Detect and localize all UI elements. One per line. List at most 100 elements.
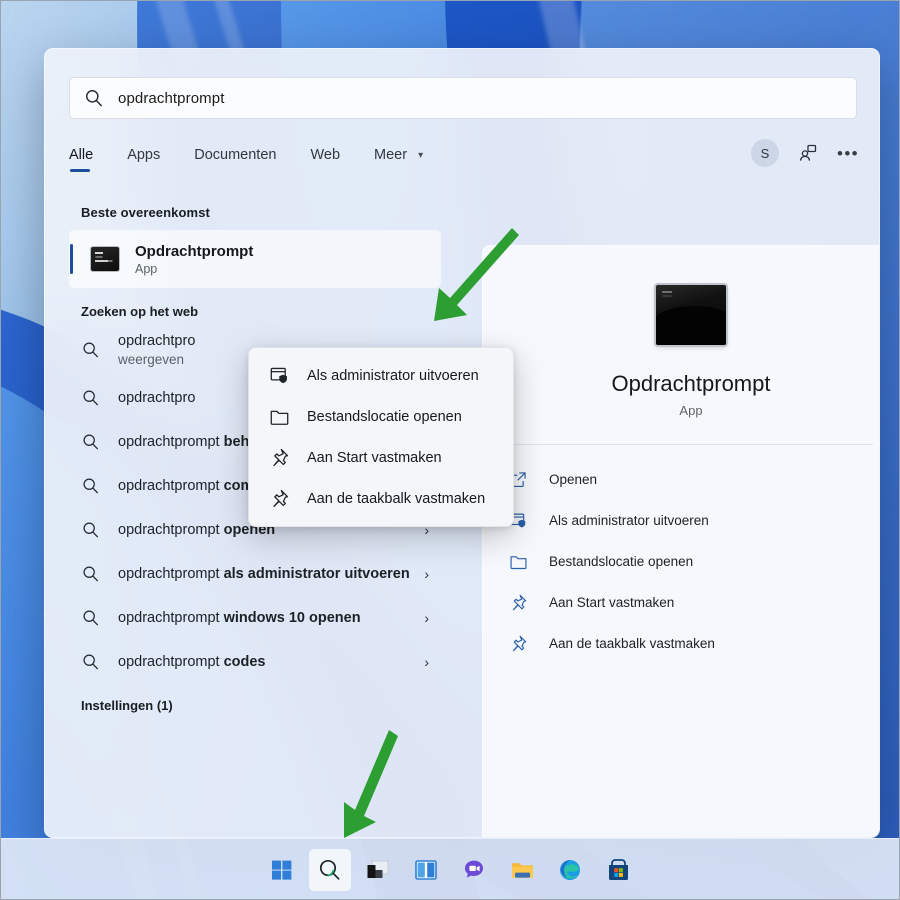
suggestion-item[interactable]: opdrachtprompt windows 10 openen ›: [69, 596, 441, 640]
store-button[interactable]: [597, 849, 639, 891]
search-icon: [81, 432, 101, 452]
tab-meer-label: Meer: [374, 146, 408, 163]
header-actions: S •••: [751, 139, 859, 167]
chat-teams-icon: [465, 860, 483, 878]
search-icon: [81, 652, 101, 672]
tab-apps[interactable]: Apps: [127, 147, 160, 172]
preview-app-title: Opdrachtprompt: [611, 371, 771, 396]
pin-icon: [512, 635, 527, 651]
search-filter-tabs: Alle Apps Documenten Web Meer ▾: [69, 137, 857, 181]
search-icon: [81, 564, 101, 584]
search-icon: [81, 520, 101, 540]
search-icon: [81, 340, 101, 360]
pin-icon: [273, 448, 289, 466]
context-menu-item-label: Aan Start vastmaken: [307, 449, 442, 466]
context-menu-item[interactable]: Bestandslocatie openen: [249, 396, 513, 437]
avatar-initial: S: [760, 145, 770, 161]
preview-action-item[interactable]: Aan de taakbalk vastmaken: [483, 623, 879, 664]
chevron-right-icon: ›: [424, 565, 429, 582]
more-options-label: •••: [836, 143, 860, 163]
context-menu-item[interactable]: Aan Start vastmaken: [249, 437, 513, 478]
settings-heading: Instellingen (1): [81, 697, 173, 713]
tab-meer[interactable]: Meer ▾: [374, 147, 423, 172]
search-icon: [83, 390, 98, 405]
search-icon: [319, 859, 340, 880]
suggestion-label: opdrachtprompt als administrator uitvoer…: [118, 565, 410, 582]
avatar[interactable]: S: [751, 139, 779, 167]
pin-icon: [269, 488, 291, 510]
search-input[interactable]: opdrachtprompt: [69, 77, 857, 119]
preview-action-item[interactable]: Als administrator uitvoeren: [483, 500, 879, 541]
search-icon: [81, 388, 101, 408]
edge-button[interactable]: [549, 849, 591, 891]
context-menu-item-label: Als administrator uitvoeren: [307, 367, 479, 384]
search-icon: [83, 478, 98, 493]
context-menu-item[interactable]: Als administrator uitvoeren: [249, 355, 513, 396]
search-icon: [83, 654, 98, 669]
feedback-icon[interactable]: [797, 142, 819, 164]
shield-window-icon: [270, 367, 287, 383]
taskbar: [0, 838, 900, 900]
chat-button[interactable]: [453, 849, 495, 891]
web-search-heading: Zoeken op het web: [81, 304, 199, 319]
preview-action-item[interactable]: Bestandslocatie openen: [483, 541, 879, 582]
folder-icon: [269, 406, 291, 428]
preview-action-label: Aan Start vastmaken: [549, 595, 675, 610]
search-button[interactable]: [309, 848, 351, 891]
preview-divider: [509, 444, 873, 445]
preview-action-label: Aan de taakbalk vastmaken: [549, 636, 715, 651]
file-explorer-button[interactable]: [501, 849, 543, 891]
search-icon: [83, 434, 98, 449]
preview-action-label: Bestandslocatie openen: [549, 554, 694, 569]
best-match-subtitle: App: [135, 261, 158, 276]
pin-icon: [509, 593, 529, 613]
tab-documenten[interactable]: Documenten: [194, 147, 276, 172]
pin-icon: [509, 634, 529, 654]
context-menu-item[interactable]: Aan de taakbalk vastmaken: [249, 478, 513, 519]
search-icon: [83, 610, 98, 625]
tab-alle-label: Alle: [69, 146, 94, 163]
preview-app-subtitle: App: [679, 403, 703, 418]
preview-actions-list: Openen Als administrator uitvoeren Bestand…: [483, 459, 879, 664]
start-search-window: opdrachtprompt Alle Apps Documenten Web …: [44, 48, 880, 838]
preview-action-item[interactable]: Aan Start vastmaken: [483, 582, 879, 623]
tab-web[interactable]: Web: [310, 147, 340, 172]
preview-action-item[interactable]: Openen: [483, 459, 879, 500]
app-preview-pane: Opdrachtprompt App Openen Als administrat…: [482, 245, 879, 837]
tab-alle[interactable]: Alle: [69, 147, 93, 172]
pin-icon: [512, 594, 527, 610]
edge-browser-icon: [560, 859, 580, 880]
search-input-value: opdrachtprompt: [118, 89, 225, 107]
tab-documenten-label: Documenten: [194, 146, 277, 163]
suggestion-item[interactable]: opdrachtprompt codes ›: [69, 640, 441, 684]
more-options-icon[interactable]: •••: [837, 142, 859, 164]
pin-icon: [273, 489, 289, 507]
shield-window-icon: [269, 365, 291, 387]
task-view-icon: [367, 860, 389, 878]
folder-explorer-icon: [511, 862, 533, 878]
search-icon: [81, 476, 101, 496]
command-prompt-icon: [91, 247, 119, 271]
context-menu: Als administrator uitvoeren Bestandslocat…: [248, 347, 514, 527]
microsoft-store-icon: [608, 859, 628, 880]
folder-icon: [509, 552, 529, 572]
best-match-result[interactable]: Opdrachtprompt App: [69, 230, 441, 288]
search-icon: [84, 88, 104, 108]
start-button[interactable]: [261, 849, 303, 891]
suggestion-label: opdrachtprompt windows 10 openen: [118, 609, 361, 626]
widgets-icon: [415, 859, 437, 880]
task-view-button[interactable]: [357, 849, 399, 891]
best-match-title: Opdrachtprompt: [135, 242, 254, 260]
search-icon: [83, 566, 98, 581]
chevron-down-icon: ▾: [418, 149, 424, 161]
widgets-button[interactable]: [405, 849, 447, 891]
search-icon: [83, 342, 98, 358]
chevron-right-icon: ›: [424, 653, 429, 670]
tab-web-label: Web: [310, 146, 341, 163]
search-icon: [83, 522, 98, 537]
folder-icon: [270, 410, 289, 425]
suggestion-item[interactable]: opdrachtprompt als administrator uitvoer…: [69, 552, 441, 596]
search-icon: [81, 608, 101, 628]
context-menu-item-label: Aan de taakbalk vastmaken: [307, 490, 486, 507]
command-prompt-icon: [656, 285, 726, 345]
